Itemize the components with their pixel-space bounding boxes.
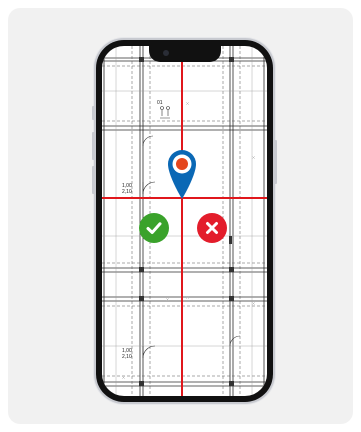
check-icon <box>146 222 162 234</box>
power-button <box>274 140 277 184</box>
volume-up-button <box>92 132 95 160</box>
door-a-height-label: 2,10 <box>122 189 132 195</box>
reject-button[interactable] <box>197 213 227 243</box>
door-b-height-label: 2,10 <box>122 354 132 360</box>
accept-button[interactable] <box>139 213 169 243</box>
notch <box>148 46 221 62</box>
phone-screen: 01 1,00 2,10 1,00 2,10 <box>102 46 267 396</box>
crosshair-vertical <box>181 46 183 396</box>
mute-switch <box>92 106 95 120</box>
front-camera <box>162 50 169 56</box>
volume-down-button <box>92 166 95 194</box>
close-icon <box>206 222 218 234</box>
room-number-label: 01 <box>157 100 163 106</box>
floor-plan[interactable] <box>102 46 267 396</box>
map-pin-icon[interactable] <box>166 146 198 200</box>
phone-frame: 01 1,00 2,10 1,00 2,10 <box>92 40 277 402</box>
